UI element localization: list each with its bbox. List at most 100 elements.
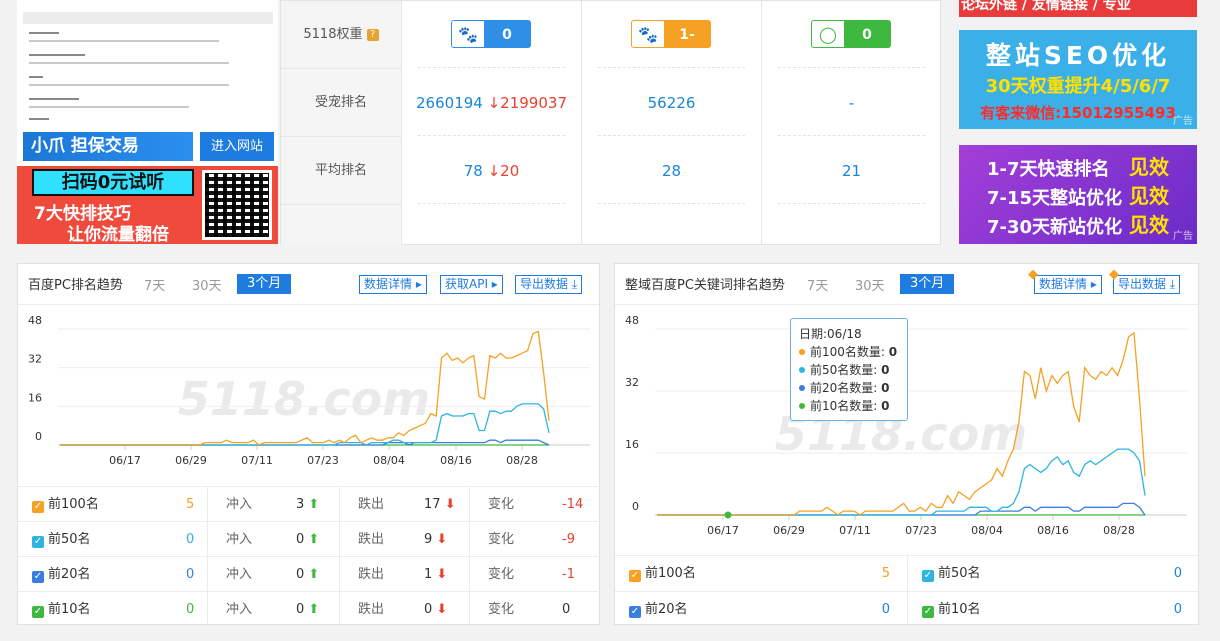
help-icon[interactable]: ?: [366, 29, 379, 41]
weight-label: 5118权重 ?: [281, 1, 401, 69]
x-tick-label: 06/17: [109, 454, 141, 467]
trial-highlight: 扫码0元试听: [32, 169, 194, 196]
tab-30d[interactable]: 30天: [855, 275, 885, 294]
avg-rank-label: 平均排名: [281, 137, 401, 205]
paw-icon: 🐾: [452, 21, 484, 47]
forum-links-ad[interactable]: 论坛外链 / 友情链接 / 专业: [959, 0, 1197, 17]
ring-icon: ◯: [812, 21, 844, 47]
check-icon: ✓: [32, 571, 44, 583]
arrow-down-icon: ⬇: [436, 532, 448, 547]
baidu-column: 🐾 0 2660194 ↓2199037 78 ↓20: [401, 1, 581, 245]
rank-label: 受宠排名: [281, 69, 401, 137]
line-chart[interactable]: 5118.com 0 16 32 48 06/17 06/29 07/11 07/23 08/04…: [18, 305, 599, 485]
x-tick-label: 06/29: [175, 454, 207, 467]
legend-item[interactable]: ✓ 前10名 0: [907, 591, 1198, 626]
y-tick-label: 32: [28, 353, 42, 366]
tooltip-row: 前10名数量: 0: [799, 397, 899, 415]
y-tick-label: 16: [625, 438, 639, 451]
stat-row: ✓ 前10名 0 冲入 0 ⬆ 跌出 0 ⬇ 变化 0: [18, 591, 600, 627]
hover-point: [724, 511, 732, 519]
x-tick-label: 06/29: [773, 524, 805, 537]
360-rank: -: [848, 94, 855, 112]
arrow-down-icon: ⬇: [436, 567, 448, 582]
series-checkbox[interactable]: ✓ 前50名: [32, 522, 91, 557]
y-tick-label: 48: [28, 314, 42, 327]
mobile-weight-badge[interactable]: 🐾 1-: [631, 20, 711, 48]
quick-rank-ad[interactable]: 1-7天快速排名 7-15天整站优化 7-30天新站优化 见效 见效 见效 广告: [959, 145, 1197, 244]
trial-ad-banner[interactable]: 扫码0元试听 7大快排技巧 让你流量翻倍: [17, 166, 278, 245]
seo-ad[interactable]: 整站SEO优化 30天权重提升4/5/6/7 有客来微信:15012955493…: [959, 30, 1197, 129]
360-avg-rank: 21: [841, 162, 862, 180]
mobile-avg-rank: 28: [661, 162, 682, 180]
legend-item[interactable]: ✓ 前20名 0: [615, 591, 907, 626]
enter-site-button[interactable]: 进入网站: [200, 132, 274, 161]
series-checkbox[interactable]: ✓ 前20名: [32, 557, 91, 592]
weight-table: 5118权重 ? 受宠排名 平均排名 🐾 0 2660194 ↓2199037 7…: [280, 0, 941, 245]
arrow-up-icon: ⬆: [308, 497, 320, 512]
legend-item[interactable]: ✓ 前50名 0: [907, 556, 1198, 591]
baidu-pc-trend-panel: 百度PC排名趋势 7天 30天 3个月 数据详情 ▸ 获取API ▸ 导出数据 …: [17, 263, 600, 627]
baidu-avg-rank: 78 ↓20: [463, 162, 520, 180]
tooltip-row: 前20名数量: 0: [799, 379, 899, 397]
x-tick-label: 08/04: [971, 524, 1003, 537]
baidu-weight-badge[interactable]: 🐾 0: [451, 20, 531, 48]
series-dot-icon: [799, 385, 805, 391]
x-tick-label: 08/04: [373, 454, 405, 467]
x-tick-label: 07/23: [905, 524, 937, 537]
series-checkbox[interactable]: ✓ 前100名: [32, 487, 99, 522]
check-icon: ✓: [32, 606, 44, 618]
stat-row: ✓ 前50名 0 冲入 0 ⬆ 跌出 9 ⬇ 变化 -9: [18, 521, 600, 557]
xiaozhua-guarantee-banner[interactable]: 小爪 担保交易: [23, 132, 193, 161]
x-tick-label: 07/11: [839, 524, 871, 537]
series-dot-icon: [799, 367, 805, 373]
x-tick-label: 07/11: [241, 454, 273, 467]
stat-row: ✓ 前20名 0 冲入 0 ⬆ 跌出 1 ⬇ 变化 -1: [18, 556, 600, 592]
tab-3m[interactable]: 3个月: [900, 274, 955, 294]
tab-30d[interactable]: 30天: [192, 275, 222, 294]
arrow-up-icon: ⬆: [308, 532, 320, 547]
left-ad-block[interactable]: 小爪 担保交易 进入网站 扫码0元试听 7大快排技巧 让你流量翻倍: [17, 0, 278, 245]
export-data-button[interactable]: 导出数据 ⤓: [1113, 275, 1181, 294]
tab-7d[interactable]: 7天: [807, 275, 828, 294]
stat-row: ✓ 前100名 5 冲入 3 ⬆ 跌出 17 ⬇ 变化 -14: [18, 486, 600, 522]
site-preview-thumbnail[interactable]: [23, 0, 273, 128]
data-detail-button[interactable]: 数据详情 ▸: [1034, 275, 1102, 294]
series-checkbox[interactable]: ✓ 前10名: [32, 592, 91, 627]
x-tick-label: 08/28: [1103, 524, 1135, 537]
export-data-button[interactable]: 导出数据 ⤓: [515, 275, 583, 294]
tab-7d[interactable]: 7天: [144, 275, 165, 294]
chart-tooltip: 日期:06/18 前100名数量: 0 前50名数量: 0 前20名数量: 0 前10…: [790, 318, 908, 421]
vip-diamond-icon: ◆: [1109, 267, 1119, 282]
tooltip-row: 前100名数量: 0: [799, 343, 899, 361]
legend-item[interactable]: ✓ 前100名 5: [615, 556, 907, 591]
baidu-rank[interactable]: 2660194 ↓2199037: [402, 69, 581, 137]
y-tick-label: 48: [625, 314, 639, 327]
watermark: 5118.com: [178, 372, 430, 426]
chart-title: 百度PC排名趋势: [28, 278, 123, 293]
series-line-前20名: [60, 439, 550, 446]
arrow-up-icon: ⬆: [308, 567, 320, 582]
x-tick-label: 08/16: [440, 454, 472, 467]
x-tick-label: 06/17: [707, 524, 739, 537]
tooltip-row: 前50名数量: 0: [799, 361, 899, 379]
y-tick-label: 0: [632, 500, 639, 513]
x-tick-label: 08/16: [1037, 524, 1069, 537]
check-icon: ✓: [922, 570, 934, 582]
check-icon: ✓: [32, 501, 44, 513]
data-detail-button[interactable]: 数据详情 ▸: [359, 275, 427, 294]
trial-line3: 让你流量翻倍: [67, 225, 169, 245]
tab-3m[interactable]: 3个月: [237, 274, 292, 294]
mobile-column: 🐾 1- 56226 28: [581, 1, 761, 245]
check-icon: ✓: [32, 536, 44, 548]
arrow-up-icon: ⬆: [308, 602, 320, 617]
360-weight-badge[interactable]: ◯ 0: [811, 20, 891, 48]
x-tick-label: 08/28: [506, 454, 538, 467]
check-icon: ✓: [922, 606, 934, 618]
qr-code-icon: [202, 170, 272, 240]
x-tick-label: 07/23: [307, 454, 339, 467]
get-api-button[interactable]: 获取API ▸: [440, 275, 503, 294]
mobile-rank[interactable]: 56226: [582, 69, 761, 137]
vip-diamond-icon: ◆: [1028, 267, 1038, 282]
arrow-down-icon: ⬇: [444, 497, 456, 512]
360-column: ◯ 0 - 21: [761, 1, 941, 245]
